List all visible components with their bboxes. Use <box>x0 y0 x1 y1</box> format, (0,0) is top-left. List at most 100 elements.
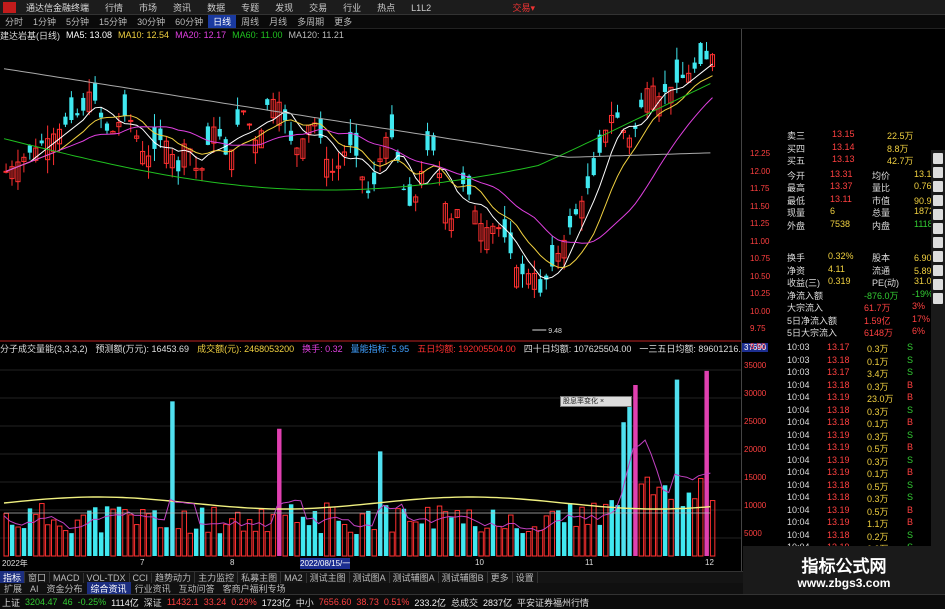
fin-label: 净资 <box>787 265 806 276</box>
candle <box>282 104 288 134</box>
price-tick: 10.25 <box>750 289 771 298</box>
candle <box>140 141 146 166</box>
volume-bar <box>514 528 519 556</box>
menu-0[interactable]: 行情 <box>97 3 131 13</box>
candle <box>193 156 199 179</box>
side-tab-1[interactable] <box>933 167 943 178</box>
side-tab-2[interactable] <box>933 181 943 192</box>
tick-side: S <box>907 529 914 540</box>
period-tab-7[interactable]: 周线 <box>236 15 264 28</box>
candle <box>145 145 152 179</box>
volume-bar <box>656 486 662 557</box>
dividend-popup[interactable]: 股息率变化 × <box>560 396 632 407</box>
candle <box>608 101 615 134</box>
price-tick: 11.25 <box>750 219 770 228</box>
period-tab-0[interactable]: 分时 <box>0 15 28 28</box>
period-tab-2[interactable]: 5分钟 <box>61 15 94 28</box>
flow-value: 1.59亿 <box>864 315 891 326</box>
period-tab-10[interactable]: 更多 <box>329 15 357 28</box>
vol-rate: 换手: 0.32 <box>302 343 343 354</box>
candlestick-chart[interactable]: 9.48 <box>0 42 741 342</box>
side-tab-8[interactable] <box>933 265 943 276</box>
side-tab-5[interactable] <box>933 223 943 234</box>
tick-time: 10:04 <box>787 442 810 452</box>
volume-bar <box>556 510 561 556</box>
tick-side: S <box>907 354 914 365</box>
side-tab-10[interactable] <box>933 293 943 304</box>
volume-bar <box>98 532 104 556</box>
main-menu: 行情 市场 资讯 数据 专题 发现 交易 行业 热点 L1L2 <box>97 1 439 14</box>
menu-2[interactable]: 资讯 <box>165 3 199 13</box>
indicator-tab-3[interactable]: VOL-TDX <box>84 572 130 583</box>
indicator-tab-4[interactable]: CCI <box>130 572 153 583</box>
candle <box>205 122 210 146</box>
volume-bar <box>277 428 282 556</box>
info-tab-1[interactable]: AI <box>26 584 43 594</box>
volume-bar <box>80 514 87 557</box>
candle <box>122 89 127 122</box>
side-tab-9[interactable] <box>933 279 943 290</box>
volume-bar <box>419 523 424 556</box>
candle <box>407 177 412 207</box>
volume-bar <box>638 483 645 557</box>
side-tab-7[interactable] <box>933 251 943 262</box>
menu-1[interactable]: 市场 <box>131 3 165 13</box>
volume-bar <box>662 485 668 556</box>
side-tab-0[interactable] <box>933 153 943 164</box>
candle <box>9 160 15 186</box>
menu-6[interactable]: 交易 <box>301 3 335 13</box>
period-tab-3[interactable]: 15分钟 <box>94 15 132 28</box>
indicator-tab-8[interactable]: MA2 <box>281 572 307 583</box>
candle <box>550 236 555 272</box>
period-tab-1[interactable]: 1分钟 <box>28 15 61 28</box>
tick-time: 10:04 <box>787 517 810 527</box>
tick-side: B <box>907 379 914 390</box>
candle <box>454 209 460 219</box>
stat-value: 13.11 <box>830 193 852 204</box>
date-label-1: 7 <box>140 558 145 567</box>
stat-label-2: 量比 <box>872 183 891 193</box>
menu-5[interactable]: 发现 <box>267 3 301 13</box>
volume-bar <box>341 523 348 557</box>
tick-time: 10:04 <box>787 467 810 477</box>
ma60-label: MA60: 11.00 <box>232 30 283 40</box>
ma10-line <box>5 75 713 269</box>
tick-vol: 0.5万 <box>867 444 889 454</box>
side-tab-4[interactable] <box>933 209 943 220</box>
tick-vol: 0.3万 <box>867 344 889 354</box>
period-tab-9[interactable]: 多周期 <box>292 15 329 28</box>
volume-bar <box>431 528 436 556</box>
period-tab-6[interactable]: 日线 <box>208 15 237 28</box>
menu-7[interactable]: 行业 <box>335 3 369 13</box>
indicator-tab-2[interactable]: MACD <box>50 572 84 583</box>
volume-bar <box>181 510 188 557</box>
watermark-url: www.zbgs3.com <box>797 576 891 590</box>
vol-tick: 10000 <box>744 501 767 510</box>
total-amount: 2837亿 <box>482 597 512 608</box>
tick-time: 10:03 <box>787 367 810 377</box>
ma120-label: MA120: 11.21 <box>288 30 344 40</box>
volume-bar <box>597 524 603 556</box>
tick-vol: 0.3万 <box>867 456 889 467</box>
side-tab-6[interactable] <box>933 237 943 248</box>
volume-bar <box>603 503 609 557</box>
tick-side: B <box>907 442 914 452</box>
trade-menu[interactable]: 交易▾ <box>512 1 535 14</box>
volume-bar <box>62 530 69 557</box>
menu-4[interactable]: 专题 <box>233 3 267 13</box>
ma20-label: MA20: 12.17 <box>175 30 227 40</box>
menu-3[interactable]: 数据 <box>199 3 233 13</box>
menu-9[interactable]: L1L2 <box>403 3 439 13</box>
period-tab-8[interactable]: 月线 <box>264 15 292 28</box>
price-tick: 10.50 <box>750 271 771 281</box>
period-tab-5[interactable]: 60分钟 <box>170 15 208 28</box>
period-tab-4[interactable]: 30分钟 <box>132 15 170 28</box>
ma5-label: MA5: 13.08 <box>66 30 113 40</box>
candle <box>520 255 525 288</box>
side-tab-3[interactable] <box>933 195 943 206</box>
menu-8[interactable]: 热点 <box>369 3 403 13</box>
volume-bar <box>579 506 585 557</box>
candle <box>478 213 484 253</box>
volume-chart[interactable] <box>0 355 741 558</box>
stat-label: 今开 <box>787 170 806 181</box>
